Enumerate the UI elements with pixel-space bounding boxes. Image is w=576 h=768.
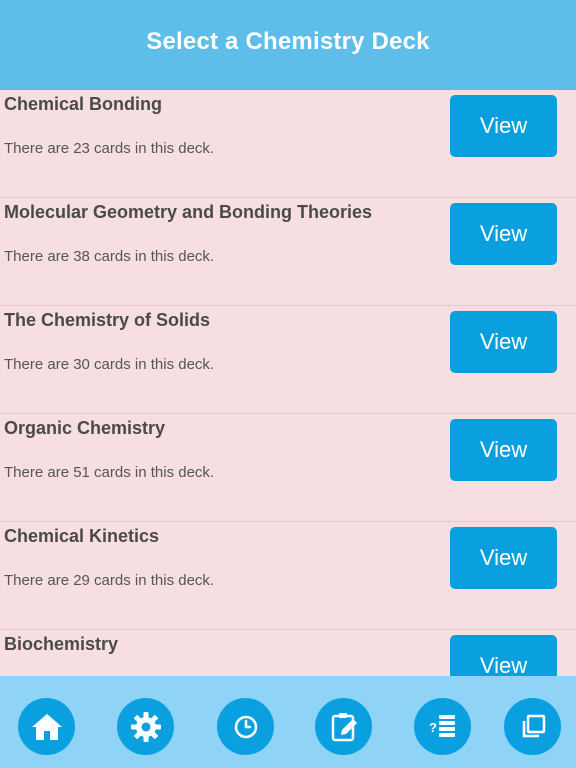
view-deck-button[interactable]: View xyxy=(450,311,557,373)
clock-icon xyxy=(234,715,257,738)
deck-list-item: Molecular Geometry and Bonding Theories … xyxy=(0,198,576,306)
home-button[interactable] xyxy=(18,698,75,755)
settings-button[interactable] xyxy=(117,698,174,755)
header-bar: Select a Chemistry Deck xyxy=(0,0,576,90)
home-icon xyxy=(31,713,62,740)
view-deck-button[interactable]: View xyxy=(450,95,557,157)
quiz-list-icon: ? xyxy=(429,714,455,737)
deck-card-count: There are 23 cards in this deck. xyxy=(4,140,215,157)
deck-card-count: There are 29 cards in this deck. xyxy=(4,572,215,589)
page-title: Select a Chemistry Deck xyxy=(146,28,430,55)
deck-title: Chemical Kinetics xyxy=(4,526,160,546)
cards-button[interactable] xyxy=(504,698,561,755)
deck-title: Organic Chemistry xyxy=(4,418,166,438)
deck-card-count: There are 30 cards in this deck. xyxy=(4,356,215,373)
notes-button[interactable] xyxy=(315,698,372,755)
deck-title: Molecular Geometry and Bonding Theories xyxy=(4,202,373,222)
view-deck-button[interactable]: View xyxy=(450,419,557,481)
deck-list-item: Organic Chemistry There are 51 cards in … xyxy=(0,414,576,522)
deck-list[interactable]: Chemical Bonding There are 23 cards in t… xyxy=(0,90,576,676)
deck-title: Biochemistry xyxy=(4,634,119,654)
deck-card-count: There are 51 cards in this deck. xyxy=(4,464,215,481)
deck-list-item: Chemical Bonding There are 23 cards in t… xyxy=(0,90,576,198)
deck-list-item: Chemical Kinetics There are 29 cards in … xyxy=(0,522,576,630)
bottom-tab-bar: ? xyxy=(0,676,576,768)
view-deck-button[interactable]: View xyxy=(450,635,557,676)
deck-list-item: Biochemistry View xyxy=(0,630,576,676)
deck-title: The Chemistry of Solids xyxy=(4,310,211,330)
deck-list-item: The Chemistry of Solids There are 30 car… xyxy=(0,306,576,414)
svg-text:?: ? xyxy=(429,720,437,735)
edit-note-icon xyxy=(331,712,357,741)
gear-icon xyxy=(130,711,161,742)
view-deck-button[interactable]: View xyxy=(450,203,557,265)
deck-title: Chemical Bonding xyxy=(4,94,163,114)
history-button[interactable] xyxy=(217,698,274,755)
copy-cards-icon xyxy=(522,714,545,737)
deck-card-count: There are 38 cards in this deck. xyxy=(4,248,215,265)
view-deck-button[interactable]: View xyxy=(450,527,557,589)
quiz-button[interactable]: ? xyxy=(414,698,471,755)
